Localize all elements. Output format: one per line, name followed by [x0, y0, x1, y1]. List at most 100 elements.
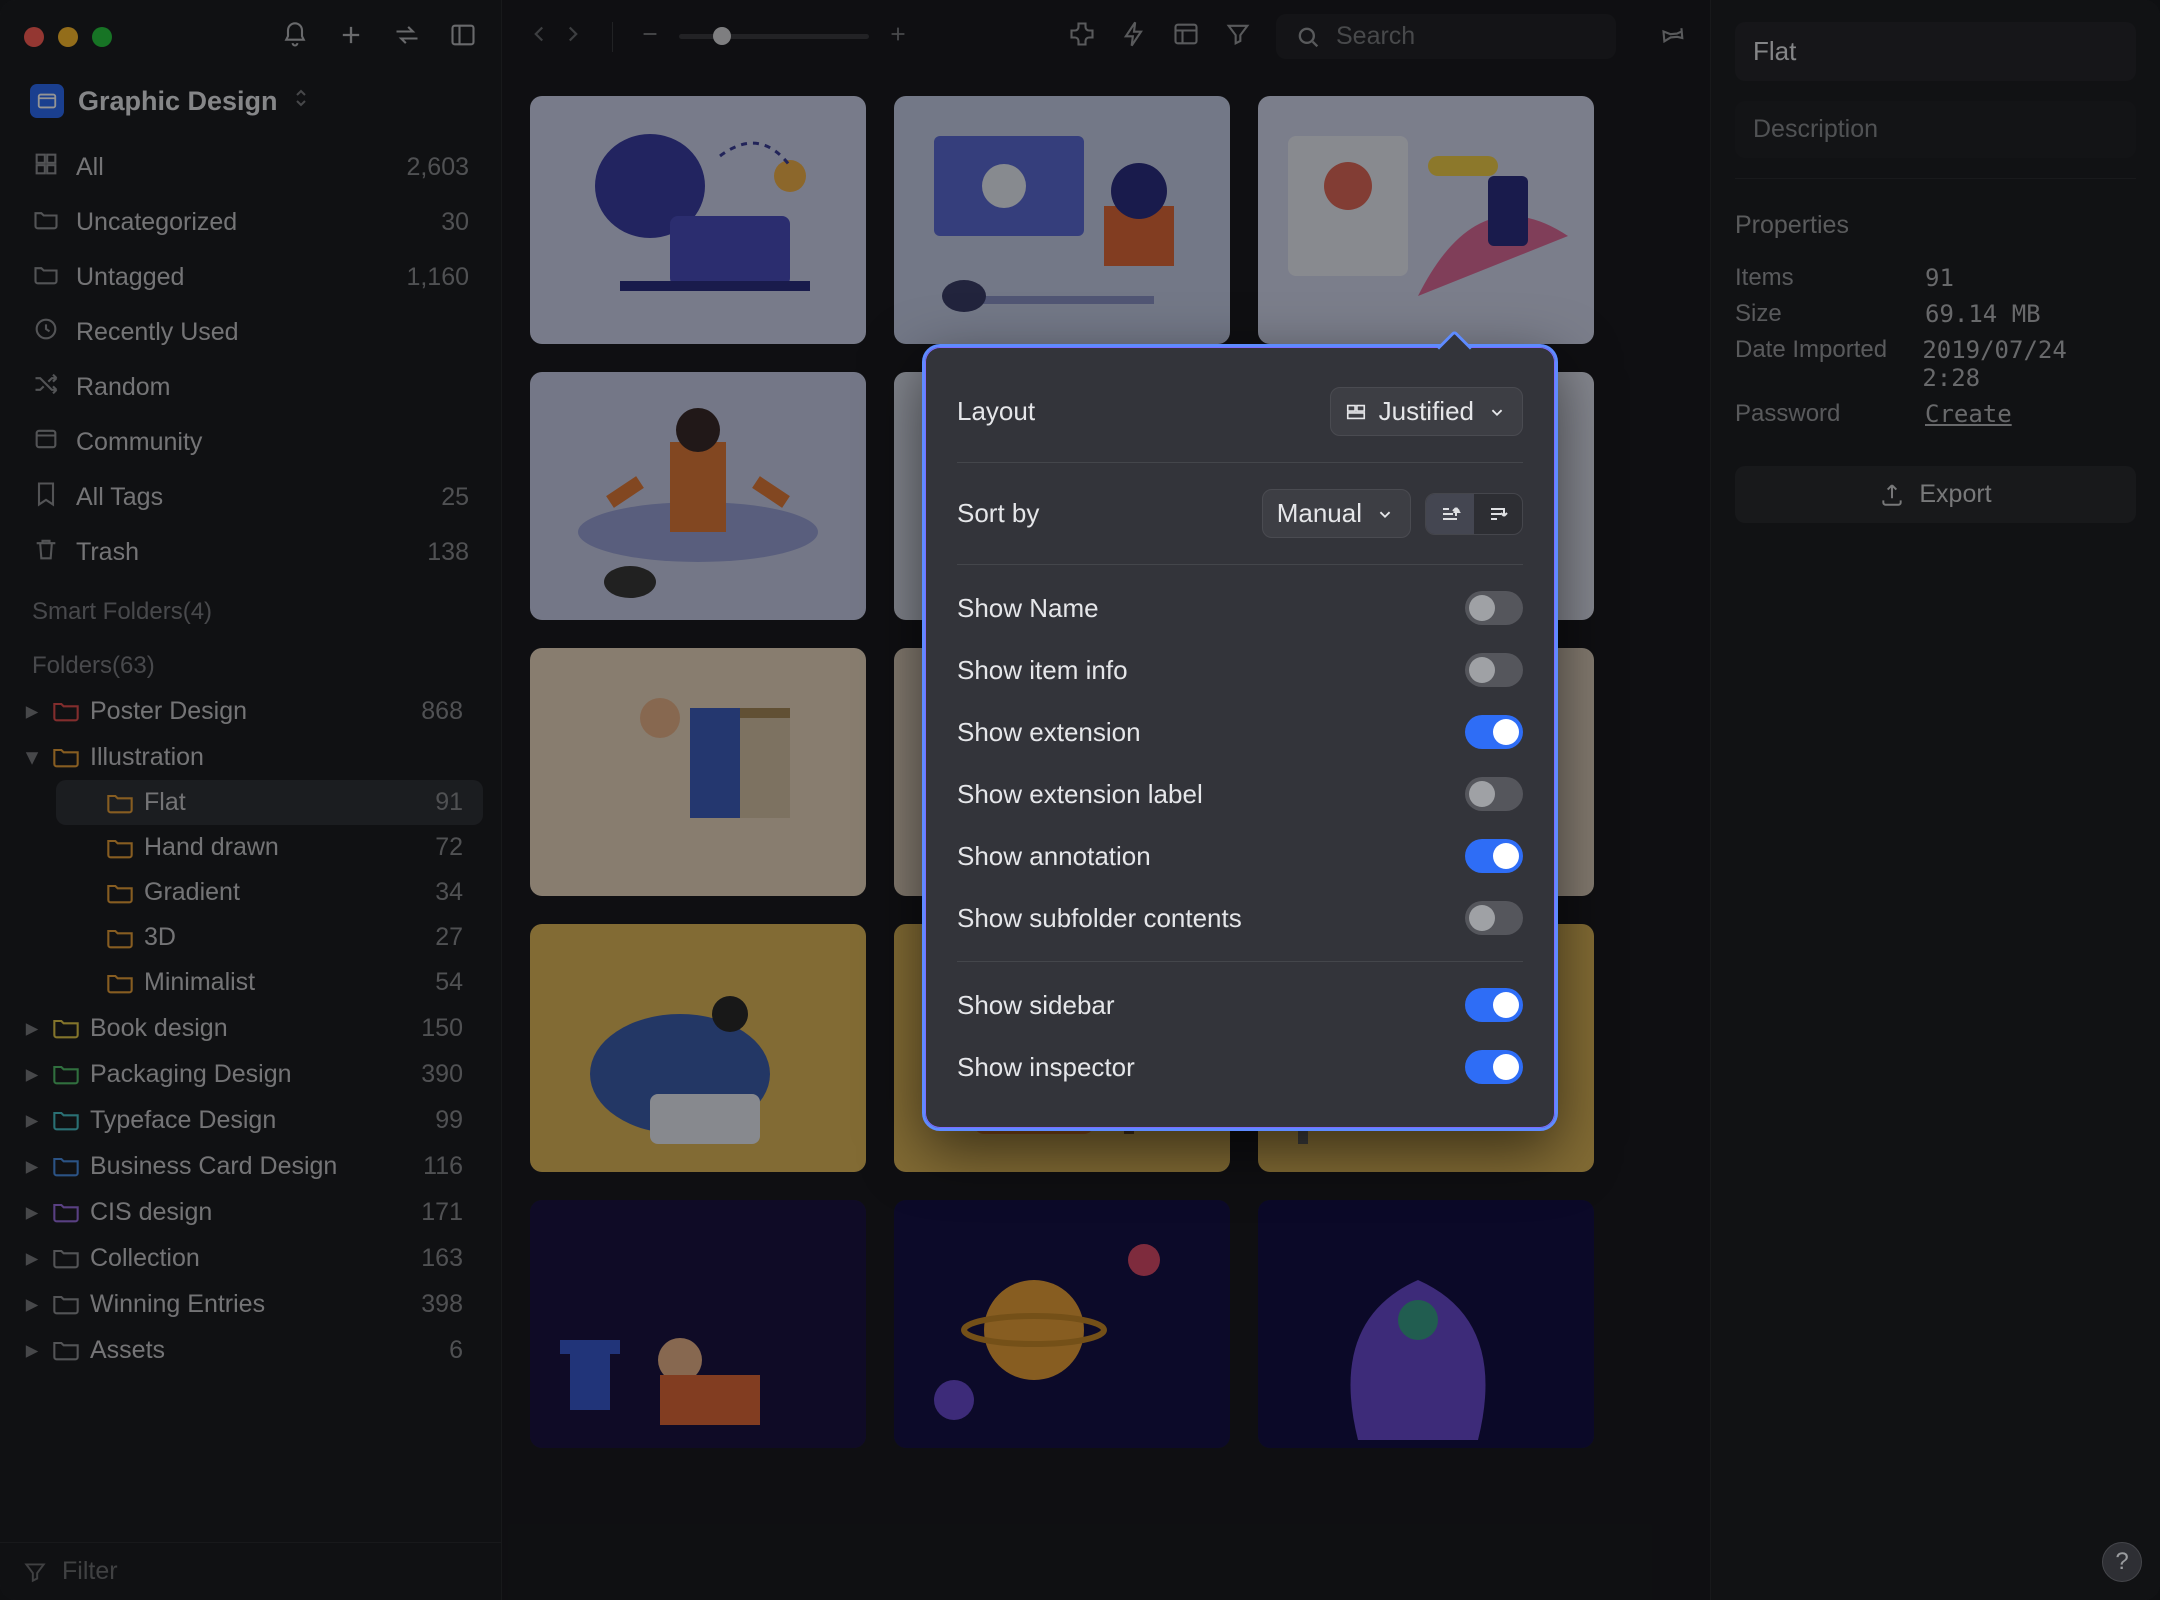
property-row: Items91 — [1735, 260, 2136, 296]
sidebar-item-label: Untagged — [76, 263, 184, 292]
property-value[interactable]: Create — [1925, 400, 2012, 428]
thumbnail[interactable] — [530, 1200, 866, 1448]
toggle-switch[interactable] — [1465, 839, 1523, 873]
folder-assets[interactable]: ▸Assets6 — [18, 1327, 483, 1373]
inspector-description-field[interactable]: Description — [1735, 101, 2136, 158]
folder-gradient[interactable]: Gradient34 — [56, 870, 483, 915]
library-switcher[interactable]: Graphic Design — [0, 74, 501, 134]
sidebar-item-untagged[interactable]: Untagged1,160 — [18, 250, 483, 305]
disclosure-icon[interactable]: ▸ — [22, 1151, 42, 1181]
folder-packaging-design[interactable]: ▸Packaging Design390 — [18, 1051, 483, 1097]
folder-hand-drawn[interactable]: Hand drawn72 — [56, 825, 483, 870]
window-minimize-button[interactable] — [58, 27, 78, 47]
folder-collection[interactable]: ▸Collection163 — [18, 1235, 483, 1281]
disclosure-icon[interactable]: ▸ — [22, 1335, 42, 1365]
trash-icon — [32, 535, 60, 570]
thumbnail[interactable] — [530, 924, 866, 1172]
folder-3d[interactable]: 3D27 — [56, 915, 483, 960]
disclosure-icon[interactable]: ▸ — [22, 1289, 42, 1319]
thumbnail[interactable] — [1258, 96, 1594, 344]
sort-select[interactable]: Manual — [1262, 489, 1411, 538]
folder-typeface-design[interactable]: ▸Typeface Design99 — [18, 1097, 483, 1143]
sidebar-item-uncategorized[interactable]: Uncategorized30 — [18, 195, 483, 250]
disclosure-icon[interactable]: ▸ — [22, 1105, 42, 1135]
toggle-row-show-sidebar: Show sidebar — [957, 974, 1523, 1036]
toggle-row-show-subfolder-contents: Show subfolder contents — [957, 887, 1523, 949]
toggle-switch[interactable] — [1465, 777, 1523, 811]
zoom-slider-track[interactable] — [679, 34, 869, 39]
sidebar-item-all-tags[interactable]: All Tags25 — [18, 470, 483, 525]
disclosure-icon[interactable]: ▾ — [22, 742, 42, 772]
thumbnail[interactable] — [530, 96, 866, 344]
smart-folders-label[interactable]: Smart Folders(4) — [18, 580, 483, 634]
folder-count: 6 — [449, 1336, 469, 1365]
zoom-slider-knob[interactable] — [713, 27, 731, 45]
sort-direction-toggle[interactable] — [1425, 493, 1523, 535]
window-maximize-button[interactable] — [92, 27, 112, 47]
extensions-icon[interactable] — [1068, 20, 1096, 53]
sidebar-item-all[interactable]: All2,603 — [18, 140, 483, 195]
property-row: Size69.14 MB — [1735, 296, 2136, 332]
folder-flat[interactable]: Flat91 — [56, 780, 483, 825]
folder-illustration[interactable]: ▾Illustration — [18, 734, 483, 780]
disclosure-icon[interactable]: ▸ — [22, 1013, 42, 1043]
thumbnail[interactable] — [894, 96, 1230, 344]
layout-select[interactable]: Justified — [1330, 387, 1523, 436]
thumbnail[interactable] — [894, 1200, 1230, 1448]
disclosure-icon[interactable]: ▸ — [22, 1243, 42, 1273]
filter-toolbar-icon[interactable] — [1224, 20, 1252, 53]
back-button[interactable] — [526, 21, 552, 52]
zoom-control[interactable] — [639, 23, 909, 50]
sort-desc-button[interactable] — [1474, 494, 1522, 534]
window-close-button[interactable] — [24, 27, 44, 47]
layout-label: Layout — [957, 396, 1330, 427]
toggle-switch[interactable] — [1465, 715, 1523, 749]
toggle-label: Show inspector — [957, 1052, 1465, 1083]
disclosure-icon[interactable]: ▸ — [22, 1197, 42, 1227]
toggle-sidebar-icon[interactable] — [449, 21, 477, 54]
sort-asc-button[interactable] — [1426, 494, 1474, 534]
export-button[interactable]: Export — [1735, 466, 2136, 523]
sidebar-item-trash[interactable]: Trash138 — [18, 525, 483, 580]
justified-icon — [1345, 401, 1367, 423]
toggle-switch[interactable] — [1465, 988, 1523, 1022]
folder-poster-design[interactable]: ▸Poster Design868 — [18, 688, 483, 734]
folder-icon — [106, 971, 134, 995]
folder-business-card-design[interactable]: ▸Business Card Design116 — [18, 1143, 483, 1189]
export-icon — [1879, 482, 1905, 508]
sync-icon[interactable] — [393, 21, 421, 54]
sidebar-item-recently-used[interactable]: Recently Used — [18, 305, 483, 360]
toggle-switch[interactable] — [1465, 901, 1523, 935]
pin-icon[interactable] — [1658, 20, 1686, 53]
toggle-switch[interactable] — [1465, 1050, 1523, 1084]
help-button[interactable]: ? — [2102, 1542, 2142, 1582]
disclosure-icon[interactable]: ▸ — [22, 696, 42, 726]
disclosure-icon[interactable]: ▸ — [22, 1059, 42, 1089]
actions-icon[interactable] — [1120, 20, 1148, 53]
sidebar-filter[interactable]: Filter — [0, 1542, 501, 1600]
zoom-out-icon[interactable] — [639, 23, 661, 50]
layout-icon[interactable] — [1172, 20, 1200, 53]
zoom-in-icon[interactable] — [887, 23, 909, 50]
toggle-row-show-inspector: Show inspector — [957, 1036, 1523, 1098]
toggle-label: Show annotation — [957, 841, 1465, 872]
toggle-switch[interactable] — [1465, 591, 1523, 625]
thumbnail[interactable] — [1258, 1200, 1594, 1448]
sidebar-item-random[interactable]: Random — [18, 360, 483, 415]
thumbnail[interactable] — [530, 372, 866, 620]
folder-icon — [52, 1016, 80, 1040]
add-icon[interactable] — [337, 21, 365, 54]
folder-cis-design[interactable]: ▸CIS design171 — [18, 1189, 483, 1235]
folder-winning-entries[interactable]: ▸Winning Entries398 — [18, 1281, 483, 1327]
forward-button[interactable] — [560, 21, 586, 52]
notifications-icon[interactable] — [281, 21, 309, 54]
folder-minimalist[interactable]: Minimalist54 — [56, 960, 483, 1005]
folders-label[interactable]: Folders(63) — [18, 634, 483, 688]
thumbnail[interactable] — [530, 648, 866, 896]
inspector-title-field[interactable]: Flat — [1735, 22, 2136, 81]
folder-book-design[interactable]: ▸Book design150 — [18, 1005, 483, 1051]
toggle-switch[interactable] — [1465, 653, 1523, 687]
sidebar-item-community[interactable]: Community — [18, 415, 483, 470]
property-key: Password — [1735, 400, 1925, 428]
search-input[interactable]: Search — [1276, 14, 1616, 59]
